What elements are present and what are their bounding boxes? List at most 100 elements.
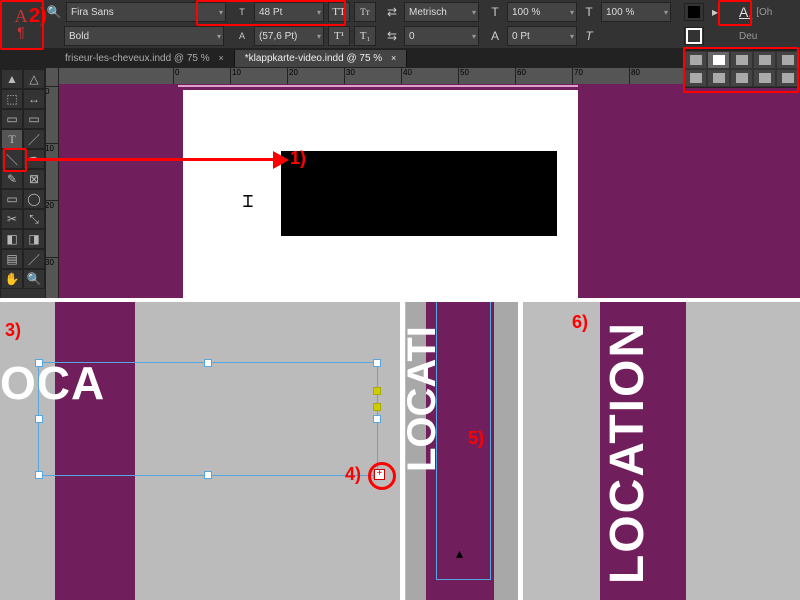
paragraph-alignment-panel [683, 50, 800, 88]
superscript-button[interactable]: T¹ [328, 26, 350, 46]
document-tabs: friseur-les-cheveux.indd @ 75 % × *klapp… [0, 48, 800, 68]
document-canvas[interactable]: Ꮖ [58, 84, 800, 300]
toolbox: ▲ △ ⬚ ↔ ▭ ▭ T ／ ＼ ✒ ✎ ⊠ ▭ ◯ ✂ ⤡ ◧ ◨ ▤ ／ … [0, 68, 46, 302]
hscale-dropdown[interactable]: 100 % [601, 2, 671, 22]
kerning-icon: ⇄ [384, 4, 400, 20]
hand-tool[interactable]: ✋ [1, 269, 23, 289]
image-divider [400, 302, 405, 600]
hscale-icon: T [581, 4, 597, 20]
vscale-dropdown[interactable]: 100 % [507, 2, 577, 22]
character-panel-icon[interactable]: A [13, 8, 29, 24]
ruler-tick: 40 [401, 68, 412, 84]
vruler-tick: 0 [44, 86, 58, 96]
type-on-path-tool[interactable]: ／ [23, 129, 45, 149]
leading-icon: A [234, 28, 250, 44]
vruler-tick: 10 [44, 143, 58, 153]
content-collector-tool[interactable]: ▭ [1, 109, 23, 129]
eyedropper-tool[interactable]: ／ [23, 249, 45, 269]
text-cursor-icon: Ꮖ [243, 194, 254, 212]
font-search-icon: 🔍 [46, 4, 62, 20]
justify-left-button[interactable] [753, 51, 776, 69]
pencil-tool[interactable]: ✎ [1, 169, 23, 189]
align-right-button[interactable] [730, 51, 753, 69]
align-towards-spine-button[interactable] [730, 69, 753, 87]
rectangle-frame-tool[interactable]: ⊠ [23, 169, 45, 189]
paragraph-panel-icon[interactable]: ¶ [13, 24, 29, 40]
resize-handle[interactable] [35, 359, 43, 367]
font-style-dropdown[interactable]: Bold [64, 26, 224, 46]
small-caps-button[interactable]: Tᴛ [354, 2, 376, 22]
tab-doc-2[interactable]: *klappkarte-video.indd @ 75 % × [235, 50, 408, 67]
note-tool[interactable]: ▤ [1, 249, 23, 269]
rectangle-tool[interactable]: ▭ [1, 189, 23, 209]
leading-dropdown[interactable]: (57,6 Pt) [254, 26, 324, 46]
resize-handle[interactable] [35, 415, 43, 423]
vruler-tick: 30 [44, 257, 58, 267]
align-away-spine-button[interactable] [753, 69, 776, 87]
gradient-tool[interactable]: ◧ [1, 229, 23, 249]
frame-text: LOCATION [600, 321, 655, 584]
ruler-tick: 10 [230, 68, 241, 84]
panel-5: LOCATI ▴ 5) [406, 300, 518, 600]
skew-icon: T [581, 28, 597, 44]
resize-handle[interactable] [204, 471, 212, 479]
char-style-icon[interactable]: A. [739, 4, 752, 20]
align-center-button[interactable] [707, 51, 730, 69]
free-transform-tool[interactable]: ⤡ [23, 209, 45, 229]
ruler-tick: 60 [515, 68, 526, 84]
font-size-icon: T [234, 4, 250, 20]
justify-all-button[interactable] [707, 69, 730, 87]
control-handle[interactable] [373, 403, 381, 411]
resize-handle[interactable] [204, 359, 212, 367]
scissors-tool[interactable]: ✂ [1, 209, 23, 229]
subscript-button[interactable]: T₁ [354, 26, 376, 46]
gap-tool[interactable]: ↔ [23, 89, 45, 109]
tracking-dropdown[interactable]: 0 [404, 26, 479, 46]
ellipse-tool[interactable]: ◯ [23, 189, 45, 209]
fill-swatch[interactable] [685, 4, 703, 20]
text-frame[interactable] [281, 151, 557, 236]
swatch-expand-icon[interactable]: ▸ [707, 4, 723, 20]
resize-handle[interactable] [373, 415, 381, 423]
vertical-ruler[interactable]: 0 10 20 30 [44, 68, 59, 300]
font-size-dropdown[interactable]: 48 Pt [254, 2, 324, 22]
type-tool[interactable]: T [1, 129, 23, 149]
baseline-dropdown[interactable]: 0 Pt [507, 26, 577, 46]
align-extra-button[interactable] [776, 69, 799, 87]
resize-handle[interactable] [35, 471, 43, 479]
all-caps-button[interactable]: TT [328, 2, 350, 22]
pen-tool[interactable]: ✒ [23, 149, 45, 169]
ruler-tick: 50 [458, 68, 469, 84]
vruler-tick: 20 [44, 200, 58, 210]
justify-center-button[interactable] [776, 51, 799, 69]
tab-doc-1[interactable]: friseur-les-cheveux.indd @ 75 % × [55, 50, 235, 67]
justify-right-button[interactable] [684, 69, 707, 87]
line-tool[interactable]: ＼ [1, 149, 23, 169]
kerning-dropdown[interactable]: Metrisch [404, 2, 479, 22]
align-left-button[interactable] [684, 51, 707, 69]
annotation-2: 2) [29, 5, 47, 28]
highlight-circle [368, 462, 396, 490]
control-handle[interactable] [373, 387, 381, 395]
selection-tool[interactable]: ▲ [1, 69, 23, 89]
ruler-tick: 20 [287, 68, 298, 84]
baseline-icon: A [487, 28, 503, 44]
annotation-5: 5) [468, 428, 484, 449]
direct-selection-tool[interactable]: △ [23, 69, 45, 89]
annotation-3: 3) [5, 320, 21, 341]
language-dropdown[interactable]: Deu [739, 31, 757, 42]
font-family-dropdown[interactable]: Fira Sans [66, 2, 226, 22]
text-frame-selection[interactable] [38, 362, 378, 476]
zoom-tool[interactable]: 🔍 [23, 269, 45, 289]
resize-handle[interactable] [373, 359, 381, 367]
tab-label: *klappkarte-video.indd @ 75 % [245, 53, 382, 64]
stroke-swatch[interactable] [685, 28, 703, 44]
close-icon[interactable]: × [391, 53, 396, 63]
gradient-feather-tool[interactable]: ◨ [23, 229, 45, 249]
close-icon[interactable]: × [218, 53, 223, 63]
guide-line[interactable] [178, 85, 578, 87]
content-placer-tool[interactable]: ▭ [23, 109, 45, 129]
tracking-icon: ⇆ [384, 28, 400, 44]
tab-label: friseur-les-cheveux.indd @ 75 % [65, 53, 210, 64]
page-tool[interactable]: ⬚ [1, 89, 23, 109]
